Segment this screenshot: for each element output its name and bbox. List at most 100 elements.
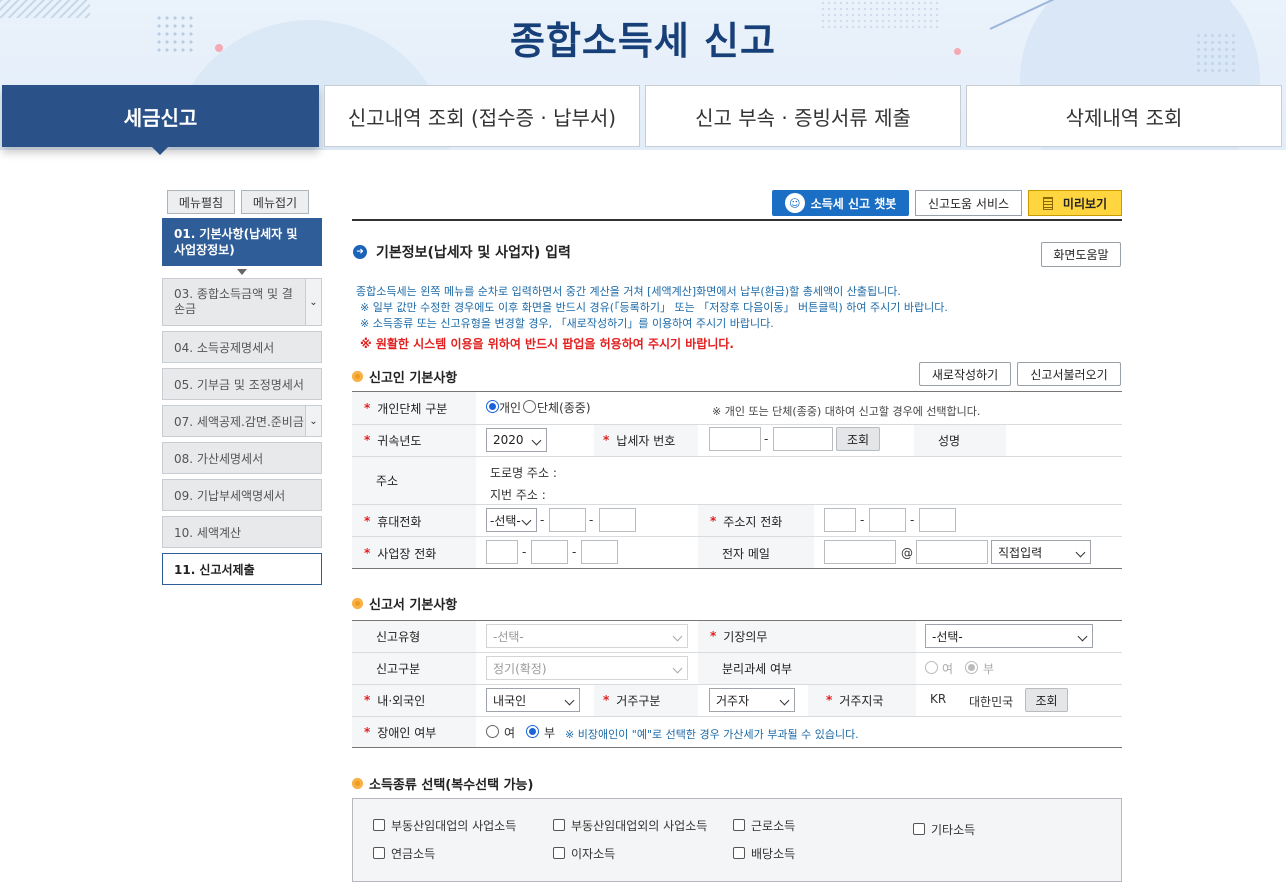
section-basic-title: ➜ 기본정보(납세자 및 사업자) 입력 <box>353 242 571 262</box>
office-phone-input-2[interactable] <box>531 540 568 564</box>
radio-individual[interactable] <box>486 400 499 413</box>
dash: - <box>572 545 577 559</box>
tab-tax-report[interactable]: 세금신고 <box>2 85 319 147</box>
bookkeeping-select[interactable]: -선택- <box>925 624 1093 648</box>
label-text: 주소지 전화 <box>723 514 783 529</box>
sidebar-item-calc[interactable]: 10. 세액계산 <box>162 516 322 548</box>
tab-deleted-history[interactable]: 삭제내역 조회 <box>966 85 1282 147</box>
screen-help-button[interactable]: 화면도움말 <box>1041 242 1121 267</box>
taxpayer-no-input-2[interactable] <box>773 427 833 451</box>
section-income-types-title: 소득종류 선택(복수선택 가능) <box>352 774 533 793</box>
email-id-input[interactable] <box>824 540 896 564</box>
row-divider <box>352 716 1122 717</box>
label-text: 기장의무 <box>723 629 768 644</box>
email-domain-select[interactable]: 직접입력 <box>991 540 1091 564</box>
radio-group[interactable] <box>523 400 536 413</box>
taxpayer-lookup-button[interactable]: 조회 <box>836 427 880 451</box>
office-phone-label: * 사업장 전화 <box>364 545 436 561</box>
sidebar-item-income[interactable]: 03. 종합소득금액 및 결손금 ⌄ <box>162 278 322 326</box>
mobile-input-2[interactable] <box>549 508 586 532</box>
label-text: 거주지국 <box>839 693 884 708</box>
checkbox-earned-income[interactable] <box>733 819 745 831</box>
help-service-button[interactable]: 신고도움 서비스 <box>915 190 1022 216</box>
income-types-box <box>352 798 1122 882</box>
checkbox-dividend-income[interactable] <box>733 847 745 859</box>
type-note: ※ 개인 또는 단체(종중) 대하여 신고할 경우에 선택합니다. <box>712 405 981 418</box>
sidebar-item-penalty[interactable]: 08. 가산세명세서 <box>162 442 322 474</box>
office-phone-input-1[interactable] <box>486 540 518 564</box>
label-text: 개인단체 구분 <box>377 401 448 416</box>
table-border <box>352 568 1122 569</box>
arrow-right-icon: ➜ <box>353 245 367 259</box>
taxpayer-no-input-1[interactable] <box>709 427 761 451</box>
report-type-select[interactable]: -선택- <box>486 624 688 648</box>
menu-collapse-button[interactable]: 메뉴접기 <box>241 190 309 214</box>
sidebar-item-donation[interactable]: 05. 기부금 및 조정명세서 <box>162 368 322 400</box>
email-domain-input[interactable] <box>916 540 988 564</box>
popup-warning: ※ 원활한 시스템 이용을 위하여 반드시 팝업을 허용하여 주시기 바랍니다. <box>360 337 734 351</box>
radio-disability-no[interactable] <box>526 725 539 738</box>
dash: - <box>860 513 865 527</box>
chatbot-button[interactable]: ☺ 소득세 신고 챗봇 <box>772 190 909 216</box>
dash: - <box>589 513 594 527</box>
nationality-label: * 내·외국인 <box>364 692 425 708</box>
separate-tax-label: 분리과세 여부 <box>722 661 793 676</box>
notice-text: ※ 일부 값만 수정한 경우에도 이후 화면을 반드시 경유(「등록하기」 또는… <box>360 301 948 314</box>
sidebar-item-tax-credit[interactable]: 07. 세액공제.감면.준비금 ⌄ <box>162 405 322 437</box>
checkbox-real-estate-business[interactable] <box>373 819 385 831</box>
home-phone-input-2[interactable] <box>869 508 906 532</box>
required-mark: * <box>364 401 371 415</box>
sidebar-item-label: 08. 가산세명세서 <box>174 451 264 466</box>
mobile-prefix-select[interactable]: -선택- <box>486 508 537 532</box>
chevron-down-icon[interactable]: ⌄ <box>305 406 321 436</box>
year-select[interactable]: 2020 <box>486 428 547 452</box>
checkbox-label: 부동산임대업의 사업소득 <box>391 819 517 833</box>
disability-note: ※ 비장애인이 "예"로 선택한 경우 가산세가 부과될 수 있습니다. <box>565 728 859 741</box>
dash: - <box>764 432 769 446</box>
address-label: 주소 <box>376 473 399 488</box>
row-divider <box>352 456 1122 457</box>
checkbox-non-real-estate-business[interactable] <box>553 819 565 831</box>
label-column <box>352 391 476 569</box>
radio-separate-no[interactable] <box>965 661 978 674</box>
label-text: 납세자 번호 <box>616 433 676 448</box>
radio-disability-yes[interactable] <box>486 725 499 738</box>
home-phone-input-1[interactable] <box>824 508 856 532</box>
tab-attachments[interactable]: 신고 부속 · 증빙서류 제출 <box>645 85 961 147</box>
home-phone-input-3[interactable] <box>919 508 956 532</box>
chevron-down-icon[interactable]: ⌄ <box>305 279 321 325</box>
required-mark: * <box>364 433 371 447</box>
preview-button[interactable]: 미리보기 <box>1028 190 1122 216</box>
sidebar-item-basic[interactable]: 01. 기본사항(납세자 및 사업장정보) <box>162 218 322 266</box>
active-tab-indicator <box>151 146 169 155</box>
required-mark: * <box>603 433 610 447</box>
checkbox-other-income[interactable] <box>913 823 925 835</box>
sidebar-item-deduction[interactable]: 04. 소득공제명세서 <box>162 331 322 363</box>
section-title-text: 소득종류 선택(복수선택 가능) <box>369 778 534 793</box>
checkbox-interest-income[interactable] <box>553 847 565 859</box>
section-title-text: 기본정보(납세자 및 사업자) 입력 <box>376 245 571 261</box>
report-kind-select[interactable]: 정기(확정) <box>486 656 688 680</box>
nationality-select[interactable]: 내국인 <box>486 688 580 712</box>
sidebar-item-label: 04. 소득공제명세서 <box>174 340 275 355</box>
table-border <box>352 620 1122 621</box>
country-lookup-button[interactable]: 조회 <box>1025 688 1068 712</box>
checkbox-label: 배당소득 <box>751 847 796 861</box>
radio-separate-yes[interactable] <box>925 661 938 674</box>
checkbox-label: 이자소득 <box>571 847 616 861</box>
load-report-button[interactable]: 신고서불러오기 <box>1017 362 1121 386</box>
office-phone-input-3[interactable] <box>581 540 618 564</box>
country-name: 대한민국 <box>969 695 1014 709</box>
tab-report-history[interactable]: 신고내역 조회 (접수증 · 납부서) <box>324 85 640 147</box>
sidebar-item-prepaid[interactable]: 09. 기납부세액명세서 <box>162 479 322 511</box>
mobile-input-3[interactable] <box>599 508 636 532</box>
bullet-icon <box>352 371 363 382</box>
menu-expand-button[interactable]: 메뉴펼침 <box>167 190 235 214</box>
residence-select[interactable]: 거주자 <box>709 688 795 712</box>
sidebar-item-label: 03. 종합소득금액 및 결손금 <box>174 287 293 316</box>
chatbot-label: 소득세 신고 챗봇 <box>810 196 897 211</box>
sidebar-item-submit[interactable]: 11. 신고서제출 <box>162 553 322 585</box>
sidebar-item-label: 10. 세액계산 <box>174 525 242 540</box>
checkbox-pension-income[interactable] <box>373 847 385 859</box>
new-write-button[interactable]: 새로작성하기 <box>919 362 1011 386</box>
